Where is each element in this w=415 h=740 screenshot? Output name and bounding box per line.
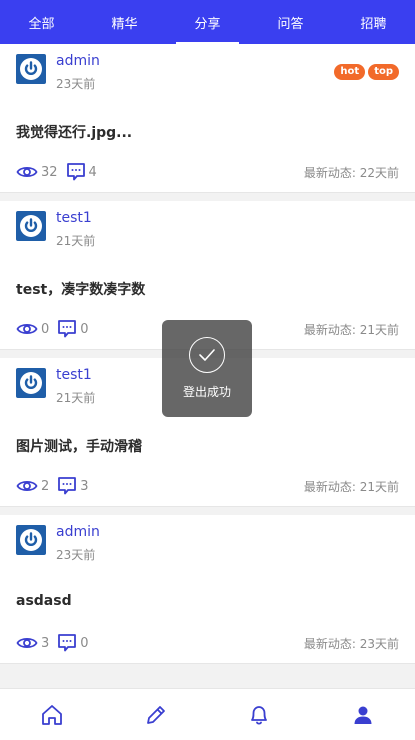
latest-activity: 最新动态: 21天前	[303, 323, 399, 337]
nav-home[interactable]	[0, 689, 104, 740]
power-icon	[20, 58, 42, 80]
avatar[interactable]	[16, 525, 46, 555]
comment-count-value: 0	[80, 321, 89, 337]
tab-label: 全部	[28, 16, 55, 32]
post-card[interactable]: admin 23天前 asdasd 3 0 最新动态: 23天前	[0, 515, 415, 664]
avatar[interactable]	[16, 211, 46, 241]
power-icon	[20, 215, 42, 237]
latest-activity: 最新动态: 23天前	[303, 637, 399, 651]
avatar[interactable]	[16, 54, 46, 84]
comment-count-value: 3	[80, 478, 89, 494]
comment-icon	[58, 320, 77, 338]
post-time: 23天前	[56, 548, 96, 562]
nav-notifications[interactable]	[208, 689, 312, 740]
post-time: 21天前	[56, 234, 96, 248]
nav-profile[interactable]	[311, 689, 415, 740]
post-title[interactable]: 我觉得还行.jpg...	[16, 122, 132, 142]
post-title[interactable]: asdasd	[16, 593, 72, 609]
bottom-nav	[0, 688, 415, 740]
tab-qa[interactable]: 问答	[249, 0, 332, 44]
comment-count: 4	[66, 162, 97, 182]
comment-count: 0	[57, 319, 89, 339]
post-stats: 32 4	[16, 162, 101, 182]
logout-toast: 登出成功	[162, 320, 252, 417]
author-name[interactable]: test1	[56, 210, 92, 226]
badge-group: hot top	[334, 64, 399, 80]
toast-message: 登出成功	[182, 385, 231, 399]
power-icon	[20, 372, 42, 394]
author-name[interactable]: admin	[56, 524, 100, 540]
tab-share[interactable]: 分享	[166, 0, 249, 44]
avatar[interactable]	[16, 368, 46, 398]
view-count: 32	[16, 164, 58, 180]
top-badge: top	[368, 64, 399, 80]
tab-all[interactable]: 全部	[0, 0, 83, 44]
bell-icon	[251, 705, 268, 725]
user-icon	[354, 706, 372, 724]
nav-write[interactable]	[104, 689, 208, 740]
eye-icon	[16, 166, 38, 178]
hot-badge: hot	[334, 64, 366, 80]
comment-count: 0	[57, 633, 89, 653]
comment-icon	[58, 477, 77, 495]
author-name[interactable]: test1	[56, 367, 92, 383]
post-time: 21天前	[56, 391, 96, 405]
post-title[interactable]: test，凑字数凑字数	[16, 279, 145, 299]
author-name[interactable]: admin	[56, 53, 100, 69]
post-card[interactable]: admin 23天前 hot top 我觉得还行.jpg... 32 4 最新动…	[0, 44, 415, 193]
tab-label: 问答	[277, 16, 304, 32]
post-stats: 2 3	[16, 476, 93, 496]
edit-icon	[146, 705, 165, 724]
post-stats: 0 0	[16, 319, 93, 339]
eye-icon	[16, 637, 38, 649]
post-title[interactable]: 图片测试，手动滑稽	[16, 436, 142, 456]
comment-count: 3	[57, 476, 89, 496]
latest-activity: 最新动态: 22天前	[303, 166, 399, 180]
latest-activity: 最新动态: 21天前	[303, 480, 399, 494]
view-count: 3	[16, 635, 49, 651]
home-icon	[41, 704, 62, 725]
comment-count-value: 4	[88, 164, 97, 180]
view-count-value: 0	[41, 321, 50, 337]
view-count: 0	[16, 321, 49, 337]
tab-label: 招聘	[360, 16, 387, 32]
eye-icon	[16, 323, 38, 335]
check-circle-icon	[189, 337, 225, 373]
view-count-value: 32	[41, 164, 58, 180]
tab-label: 精华	[111, 16, 138, 32]
power-icon	[20, 529, 42, 551]
view-count-value: 2	[41, 478, 50, 494]
comment-icon	[58, 634, 77, 652]
tab-jobs[interactable]: 招聘	[332, 0, 415, 44]
view-count-value: 3	[41, 635, 50, 651]
post-stats: 3 0	[16, 633, 93, 653]
view-count: 2	[16, 478, 49, 494]
post-time: 23天前	[56, 77, 96, 91]
eye-icon	[16, 480, 38, 492]
comment-icon	[66, 163, 85, 181]
tab-label: 分享	[194, 16, 221, 32]
category-tabbar: 全部 精华 分享 问答 招聘	[0, 0, 415, 44]
comment-count-value: 0	[80, 635, 89, 651]
tab-featured[interactable]: 精华	[83, 0, 166, 44]
